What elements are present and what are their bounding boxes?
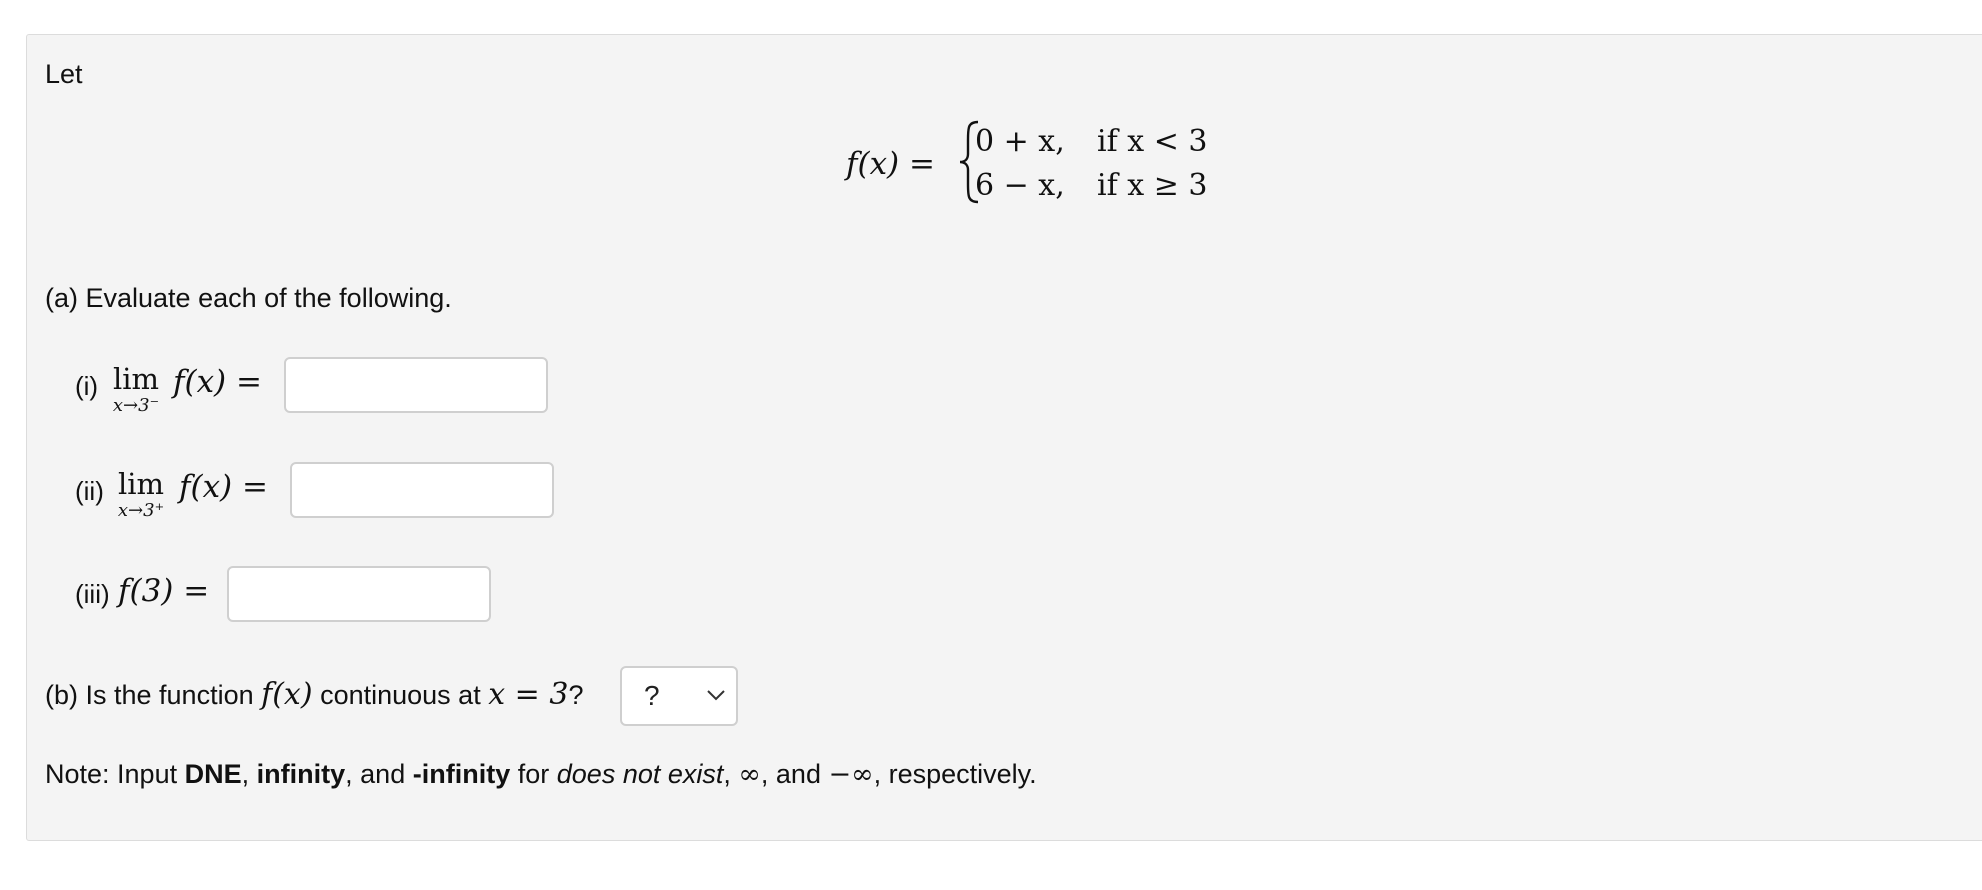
note-prefix: Note: Input	[45, 759, 178, 789]
item-ii-expr: f(x) =	[179, 469, 268, 505]
note-comma: ,	[241, 759, 250, 789]
item-iii-expr: f(3) =	[118, 573, 210, 609]
function-lhs: f(x) =	[846, 146, 935, 182]
case-1-cond: if x < 3	[1097, 124, 1208, 159]
answer-input-i[interactable]	[284, 357, 548, 413]
part-b-qmark: ?	[568, 680, 584, 710]
item-i-limit: lim x→3⁻	[108, 364, 164, 416]
note-sep: ,	[723, 759, 731, 789]
limit-subscript: x→3⁺	[117, 500, 165, 521]
limit-word: lim	[117, 467, 165, 501]
part-b-fx: f(x)	[261, 677, 313, 712]
note-does-not-exist: does not exist	[556, 759, 724, 789]
part-a-heading: (a) Evaluate each of the following.	[45, 283, 452, 313]
note-infinity: infinity	[256, 759, 346, 789]
item-i-label: (i)	[75, 371, 99, 401]
limit-word: lim	[112, 362, 160, 396]
chevron-down-icon	[707, 690, 725, 701]
note-neg-inf-symbol: −∞	[828, 759, 874, 790]
part-b-middle: continuous at	[320, 680, 481, 710]
case-2-cond: if x ≥ 3	[1097, 168, 1208, 203]
case-2-expr: 6 − x,	[975, 168, 1065, 203]
note-and-2: , and	[760, 759, 821, 789]
answer-input-ii[interactable]	[290, 462, 554, 518]
part-b-question: (b) Is the function f(x) continuous at x…	[45, 679, 583, 711]
item-i-expr: f(x) =	[173, 364, 262, 400]
answer-input-iii[interactable]	[227, 566, 491, 622]
continuity-select[interactable]: ?	[620, 666, 738, 726]
note-for: for	[517, 759, 550, 789]
item-ii-limit: lim x→3⁺	[113, 469, 169, 521]
note-text: Note: Input DNE, infinity, and -infinity…	[45, 758, 1037, 791]
note-inf-symbol: ∞	[738, 759, 761, 790]
item-ii-label: (ii)	[75, 476, 104, 506]
note-suffix: , respectively.	[873, 759, 1037, 789]
part-b-prefix: (b) Is the function	[45, 680, 254, 710]
item-iii-label: (iii)	[75, 579, 110, 609]
note-and: , and	[345, 759, 406, 789]
note-neg-infinity: -infinity	[412, 759, 511, 789]
limit-subscript: x→3⁻	[112, 395, 160, 416]
part-b-condition: x = 3	[488, 677, 569, 712]
note-dne: DNE	[184, 759, 242, 789]
let-text: Let	[45, 59, 83, 89]
select-value: ?	[644, 680, 660, 711]
case-1-expr: 0 + x,	[975, 124, 1065, 159]
